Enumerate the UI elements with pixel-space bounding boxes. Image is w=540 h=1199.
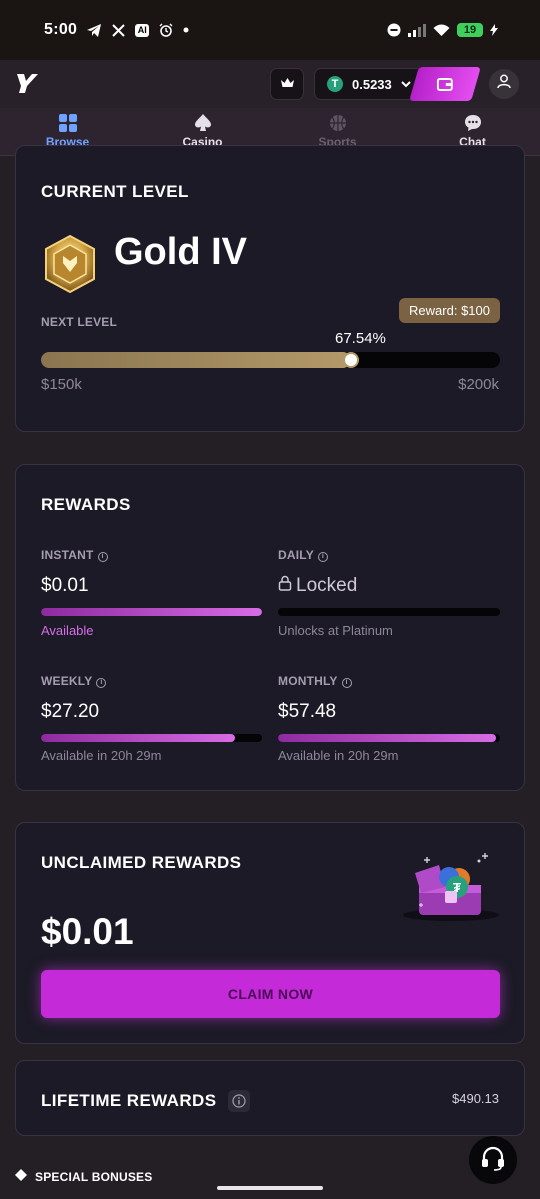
level-range-end: $200k xyxy=(458,376,499,393)
treasure-chest-icon: ₮ xyxy=(399,851,503,928)
instant-value: $0.01 xyxy=(41,575,89,596)
daily-label-text: DAILY xyxy=(278,548,314,562)
info-icon[interactable]: i xyxy=(97,551,108,562)
weekly-label-text: WEEKLY xyxy=(41,674,93,688)
info-icon[interactable]: i xyxy=(317,551,328,562)
basketball-icon xyxy=(329,114,347,132)
level-progress-percent: 67.54% xyxy=(335,330,386,347)
wallet-icon xyxy=(437,77,453,91)
weekly-progress-fill xyxy=(41,734,236,742)
instant-status: Available xyxy=(41,623,94,638)
lifetime-rewards-title-text: LIFETIME REWARDS xyxy=(41,1091,217,1110)
weekly-label: WEEKLY i xyxy=(41,674,107,688)
monthly-progress-fill xyxy=(278,734,496,742)
daily-progress-track xyxy=(278,608,500,616)
lifetime-rewards-amount: $490.13 xyxy=(452,1091,499,1106)
chevron-down-icon xyxy=(401,75,411,93)
brand-logo-icon[interactable] xyxy=(15,72,39,99)
gold-badge-icon xyxy=(41,234,99,299)
status-left: 5:00 AI xyxy=(44,21,189,39)
level-progress-knob xyxy=(343,352,359,368)
wallet-button[interactable] xyxy=(409,67,481,101)
special-bonuses-header[interactable]: SPECIAL BONUSES xyxy=(15,1168,152,1186)
charging-bolt-icon xyxy=(490,24,498,36)
unclaimed-amount: $0.01 xyxy=(41,911,134,952)
level-range-start: $150k xyxy=(41,376,82,393)
instant-progress-track xyxy=(41,608,262,616)
monthly-label: MONTHLY i xyxy=(278,674,352,688)
rewards-card: REWARDS INSTANT i $0.01 Available DAILY i … xyxy=(15,464,525,791)
do-not-disturb-icon xyxy=(387,23,401,37)
weekly-progress-track xyxy=(41,734,262,742)
rewards-title: REWARDS xyxy=(41,495,131,514)
profile-button[interactable] xyxy=(489,69,519,99)
instant-label-text: INSTANT xyxy=(41,548,94,562)
diamond-icon xyxy=(15,1168,27,1186)
level-progress-fill xyxy=(41,352,351,368)
home-indicator[interactable] xyxy=(217,1186,323,1190)
x-logo-icon xyxy=(112,23,125,37)
status-right: 19 xyxy=(387,23,498,37)
alarm-icon xyxy=(159,23,173,37)
lifetime-rewards-title: LIFETIME REWARDS xyxy=(41,1090,250,1112)
headset-icon xyxy=(480,1145,506,1176)
vip-crown-button[interactable] xyxy=(270,68,304,100)
weekly-status: Available in 20h 29m xyxy=(41,748,162,763)
battery-level: 19 xyxy=(457,23,483,37)
lifetime-rewards-card[interactable]: LIFETIME REWARDS $490.13 xyxy=(15,1060,525,1136)
monthly-label-text: MONTHLY xyxy=(278,674,338,688)
level-name: Gold IV xyxy=(114,231,247,273)
wifi-icon xyxy=(433,24,450,37)
monthly-progress-track xyxy=(278,734,500,742)
grid-icon xyxy=(58,114,77,132)
info-icon[interactable]: i xyxy=(96,677,107,688)
instant-label: INSTANT i xyxy=(41,548,108,562)
daily-value-text: Locked xyxy=(296,575,358,596)
cellular-signal-icon xyxy=(408,23,426,37)
monthly-value: $57.48 xyxy=(278,701,337,722)
user-icon xyxy=(497,74,511,94)
balance-selector[interactable]: T 0.5233 xyxy=(314,68,426,100)
unclaimed-rewards-title: UNCLAIMED REWARDS xyxy=(41,853,242,872)
chat-bubble-icon xyxy=(464,114,482,132)
info-icon[interactable] xyxy=(227,1090,250,1112)
app-header: T 0.5233 xyxy=(0,60,540,108)
weekly-value: $27.20 xyxy=(41,701,100,722)
claim-now-button[interactable]: CLAIM NOW xyxy=(41,970,500,1018)
instant-progress-fill xyxy=(41,608,262,616)
notification-dot-icon xyxy=(183,27,189,33)
balance-value: 0.5233 xyxy=(352,76,392,92)
spade-icon xyxy=(194,114,211,132)
info-icon[interactable]: i xyxy=(341,677,352,688)
lock-icon xyxy=(278,575,292,597)
crown-icon xyxy=(280,75,295,93)
daily-value: Locked xyxy=(278,575,357,597)
monthly-status: Available in 20h 29m xyxy=(278,748,399,763)
daily-label: DAILY i xyxy=(278,548,328,562)
status-bar: 5:00 AI 19 xyxy=(0,0,540,60)
next-level-reward-badge: Reward: $100 xyxy=(399,298,500,323)
current-level-title: CURRENT LEVEL xyxy=(41,182,189,201)
daily-status: Unlocks at Platinum xyxy=(278,623,393,638)
ai-app-icon: AI xyxy=(135,23,150,37)
unclaimed-rewards-card: UNCLAIMED REWARDS ₮ $0.01 CLAIM NOW xyxy=(15,822,525,1044)
current-level-card: CURRENT LEVEL Gold IV NEXT LEVEL Reward:… xyxy=(15,145,525,432)
telegram-icon xyxy=(87,23,102,37)
tether-icon: T xyxy=(327,76,343,92)
next-level-label: NEXT LEVEL xyxy=(41,315,118,329)
level-progress-track xyxy=(41,352,500,368)
special-bonuses-label: SPECIAL BONUSES xyxy=(35,1170,153,1184)
status-time: 5:00 xyxy=(44,21,78,38)
support-chat-button[interactable] xyxy=(469,1136,517,1184)
